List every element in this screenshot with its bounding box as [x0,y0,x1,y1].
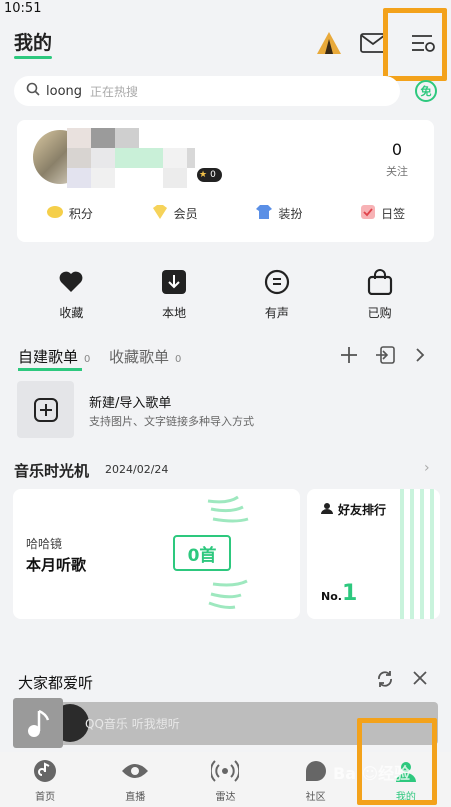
follow-stat[interactable]: 0 关注 [386,140,408,179]
tab-label: 收藏歌单 [109,348,170,366]
perk-points[interactable]: 积分 [46,204,93,223]
friend-rank: No.1 [321,581,357,606]
perk-vip[interactable]: 会员 [151,204,198,223]
perk-label: 积分 [68,207,93,221]
status-time: 10:51 [4,1,42,16]
bag-icon [340,268,420,296]
tab-count: 0 [84,354,91,365]
time-machine-date: 2024/02/24 [105,463,169,476]
nav-label: 首页 [35,792,56,803]
audiobook-icon [237,268,317,296]
quick-label: 收藏 [59,306,84,320]
nav-label: 社区 [305,792,326,803]
star-icon: ★ [199,170,208,180]
new-playlist-row[interactable]: 新建/导入歌单 支持图片、文字链接多种导入方式 [17,381,437,439]
monthly-listening-card[interactable]: 哈哈镜 本月听歌 0首 [13,489,300,619]
nav-label: 雷达 [215,792,236,803]
home-icon [10,758,80,784]
tab-collected-playlists[interactable]: 收藏歌单 0 [109,346,181,367]
daily-sign-icon [360,204,376,223]
free-mode-badge[interactable]: 免 [415,80,437,102]
music-note-icon [28,709,50,737]
profile-card: ★ 0 0 关注 积分 会员 装扮 日签 [17,120,434,242]
rank-value: 1 [341,581,358,606]
friend-ranking-title: 好友排行 [321,501,386,518]
close-icon[interactable] [412,670,428,690]
nav-radar[interactable]: 雷达 [190,752,260,807]
refresh-icon[interactable] [376,670,394,692]
level-value: 0 [210,170,216,180]
add-playlist-icon[interactable] [340,346,358,369]
month-title: 本月听歌 [26,556,87,574]
perks-row: 积分 会员 装扮 日签 [17,204,434,223]
quick-purchased[interactable]: 已购 [340,268,420,321]
friend-ranking-card[interactable]: 好友排行 No.1 [307,489,440,619]
follow-label: 关注 [386,165,408,178]
quick-favorites[interactable]: 收藏 [31,268,111,321]
follow-count: 0 [391,140,403,159]
new-playlist-title: 新建/导入歌单 [89,396,172,411]
perk-label: 日签 [381,207,406,221]
search-hint: 正在热搜 [90,84,139,99]
user-icon [321,502,333,517]
rank-prefix: No. [321,590,342,603]
perk-label: 会员 [173,207,198,221]
heart-icon [31,268,111,296]
month-subtitle: 哈哈镜 [26,537,63,551]
quick-label: 本地 [162,306,187,320]
title-underline [14,56,52,59]
tshirt-icon [255,204,273,223]
tab-count: 0 [175,354,182,365]
album-cover [13,698,63,748]
search-icon [26,82,40,100]
chevron-right-icon[interactable] [415,346,425,369]
search-bar[interactable]: loong 正在热搜 [14,76,400,106]
playlist-tabs: 自建歌单 0 收藏歌单 0 [18,346,433,372]
tent-icon[interactable] [314,28,344,58]
new-playlist-desc: 支持图片、文字链接多种导入方式 [89,415,254,428]
nav-label: 直播 [125,792,146,803]
highlight-box-bottom [357,718,437,805]
eye-icon [100,758,170,784]
perk-label: 装扮 [278,207,303,221]
time-machine-title: 音乐时光机 [14,462,90,480]
radar-icon [190,758,260,784]
now-playing-text: QQ音乐 听我想听 [85,717,180,731]
tab-created-playlists[interactable]: 自建歌单 0 [18,346,90,367]
chevron-right-icon[interactable]: › [424,460,430,476]
quick-label: 有声 [264,306,289,320]
nav-home[interactable]: 首页 [10,752,80,807]
quick-audio[interactable]: 有声 [237,268,317,321]
quick-actions: 收藏 本地 有声 已购 [0,268,451,321]
tab-label: 自建歌单 [18,348,79,366]
month-song-count: 0首 [173,535,231,571]
perk-daily-sign[interactable]: 日签 [360,204,405,223]
recommend-title: 大家都爱听 [18,674,94,692]
page-title: 我的 [14,32,53,54]
quick-local[interactable]: 本地 [134,268,214,321]
friend-ranking-label: 好友排行 [338,503,387,517]
vip-diamond-icon [151,204,169,223]
highlight-box-top [383,8,447,81]
download-icon [134,268,214,296]
nav-live[interactable]: 直播 [100,752,170,807]
points-icon [46,204,64,223]
tab-indicator [18,368,82,371]
new-playlist-plus-icon [17,381,74,438]
search-query: loong [46,83,83,99]
quick-label: 已购 [367,306,392,320]
level-badge[interactable]: ★ 0 [197,168,222,182]
import-icon[interactable] [375,346,395,369]
perk-dressup[interactable]: 装扮 [255,204,302,223]
